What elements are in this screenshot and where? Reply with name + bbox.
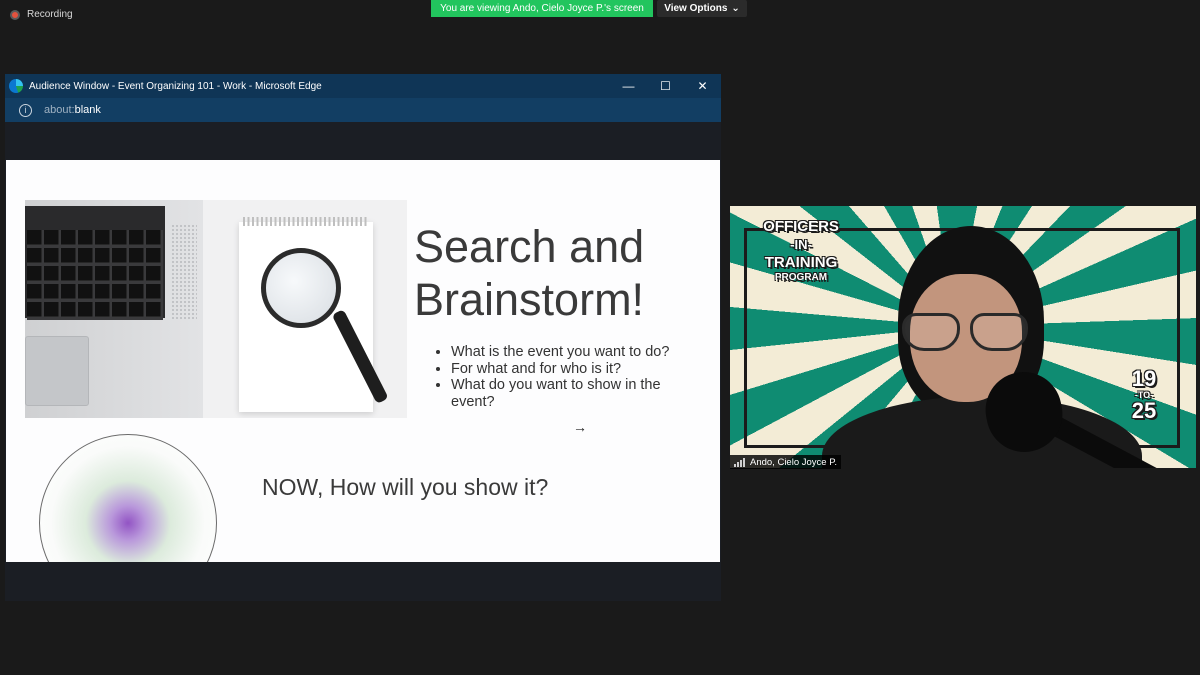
officers-in-training-logo: OFFICERS -IN- TRAINING PROGRAM: [763, 218, 839, 283]
slide-letterbox-top: [5, 122, 721, 160]
slide-title: Search and Brainstorm!: [414, 220, 714, 326]
minimize-button[interactable]: —: [610, 74, 647, 98]
slide-letterbox-bottom: [5, 562, 721, 601]
trackpad-image: [25, 336, 89, 406]
participant-video-tile[interactable]: OFFICERS -IN- TRAINING PROGRAM 19 -TO- 2…: [730, 206, 1196, 468]
recording-label: Recording: [27, 9, 73, 20]
connection-signal-icon: [734, 457, 745, 467]
chevron-down-icon: ⌄: [731, 3, 740, 14]
bullet-item: What is the event you want to do?: [451, 344, 701, 361]
laptop-image: [25, 200, 203, 418]
magnifying-glass-icon: [261, 248, 341, 328]
presentation-slide: Search and Brainstorm! What is the event…: [6, 160, 720, 562]
address-bar[interactable]: i about:blank: [5, 98, 721, 122]
url-scheme: about:: [44, 104, 75, 116]
spiral-binding: [243, 217, 369, 226]
bullet-item: What do you want to show in the event?: [451, 377, 701, 410]
gradient-circle-graphic: [39, 434, 217, 562]
slide-title-line-2: Brainstorm!: [414, 274, 645, 325]
url-path: blank: [74, 104, 101, 116]
shared-browser-window: Audience Window - Event Organizing 101 -…: [5, 74, 721, 601]
site-info-icon[interactable]: i: [19, 103, 32, 117]
edge-logo-icon: [9, 79, 23, 93]
window-title: Audience Window - Event Organizing 101 -…: [29, 80, 322, 92]
laptop-magnifier-photo: [25, 200, 407, 418]
keyboard-image: [25, 206, 165, 320]
maximize-button[interactable]: ☐: [647, 74, 684, 98]
recording-indicator[interactable]: Recording: [10, 9, 73, 20]
close-button[interactable]: ✕: [684, 74, 721, 98]
arrow-right-icon[interactable]: →: [573, 419, 587, 435]
year-range-logo: 19 -TO- 25: [1131, 366, 1157, 423]
view-options-label: View Options: [664, 3, 728, 14]
browser-titlebar: Audience Window - Event Organizing 101 -…: [5, 74, 721, 98]
slide-title-line-1: Search and: [414, 221, 645, 272]
participant-name-tag: Ando, Cielo Joyce P.: [730, 455, 841, 469]
speaker-grill-image: [171, 224, 197, 320]
participant-name: Ando, Cielo Joyce P.: [750, 456, 837, 468]
slide-bullet-list: What is the event you want to do? For wh…: [436, 344, 701, 410]
record-icon: [10, 9, 20, 20]
window-controls: — ☐ ✕: [610, 74, 721, 98]
url-field[interactable]: about:blank: [44, 104, 101, 116]
slide-question: NOW, How will you show it?: [262, 474, 549, 500]
keys-image: [27, 230, 163, 320]
bullet-item: For what and for who is it?: [451, 361, 701, 378]
screen-share-banner: You are viewing Ando, Cielo Joyce P.'s s…: [431, 0, 653, 17]
view-options-button[interactable]: View Options ⌄: [657, 0, 747, 17]
glasses-image: [902, 313, 1034, 353]
